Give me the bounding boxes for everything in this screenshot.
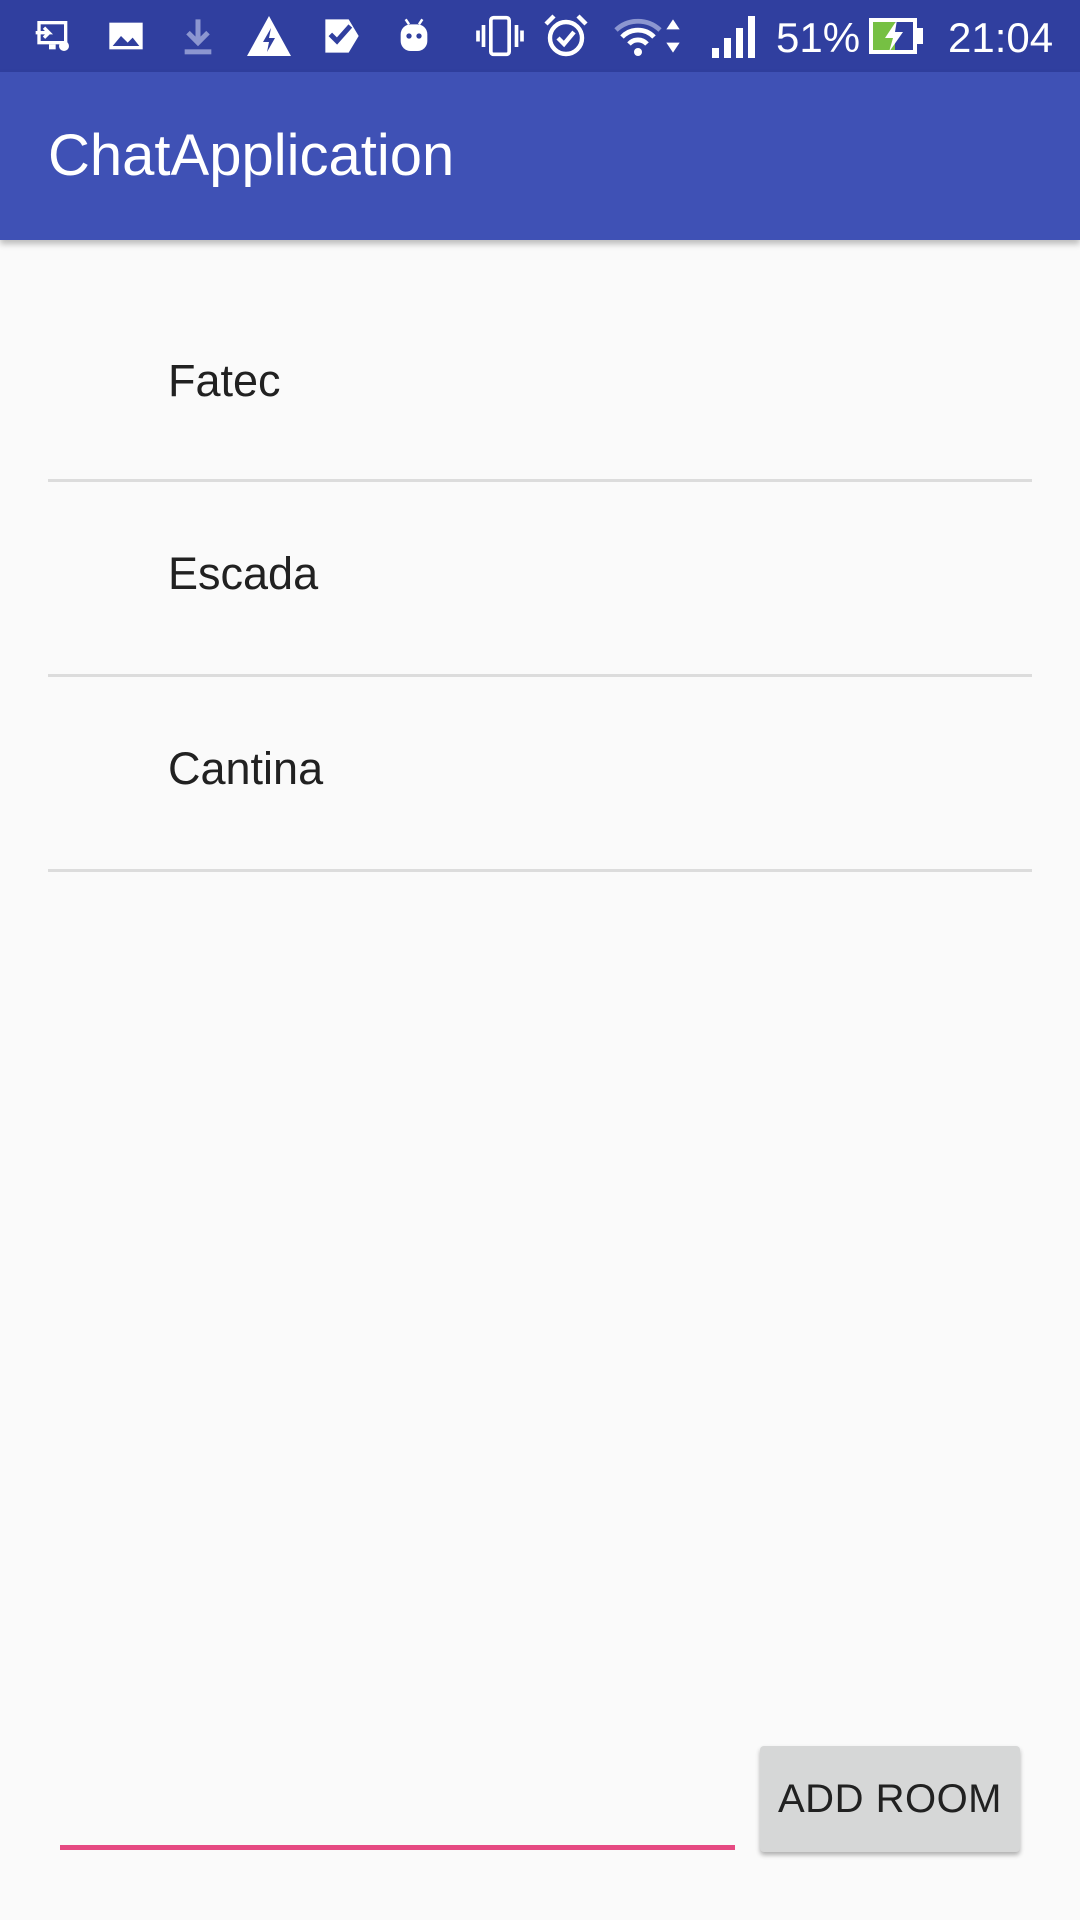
image-icon — [102, 12, 150, 60]
room-name-input[interactable] — [60, 1790, 735, 1850]
room-list: Fatec Escada Cantina — [48, 290, 1032, 872]
status-bar: 51% 21:04 — [0, 0, 1080, 72]
download-icon — [174, 12, 222, 60]
wifi-icon — [614, 12, 662, 60]
alarm-icon — [542, 12, 590, 60]
battery-charging-icon — [866, 12, 926, 60]
room-list-item[interactable]: Fatec — [48, 290, 1032, 482]
signal-icon — [710, 12, 758, 60]
app-title: ChatApplication — [48, 123, 455, 188]
cast-screen-icon — [30, 12, 78, 60]
add-room-button[interactable]: ADD ROOM — [760, 1746, 1020, 1852]
clock: 21:04 — [948, 14, 1054, 61]
room-label: Escada — [168, 548, 319, 599]
data-arrows-icon — [658, 12, 688, 60]
room-label: Fatec — [168, 354, 281, 406]
check-app-icon — [318, 12, 366, 60]
battery-percent: 51% — [776, 14, 861, 61]
room-list-item[interactable]: Cantina — [48, 677, 1032, 872]
vibrate-icon — [476, 12, 524, 60]
room-list-item[interactable]: Escada — [48, 482, 1032, 677]
android-icon — [390, 12, 438, 60]
app-bar: ChatApplication — [0, 72, 1080, 240]
room-label: Cantina — [168, 743, 324, 794]
warning-icon — [245, 12, 293, 60]
